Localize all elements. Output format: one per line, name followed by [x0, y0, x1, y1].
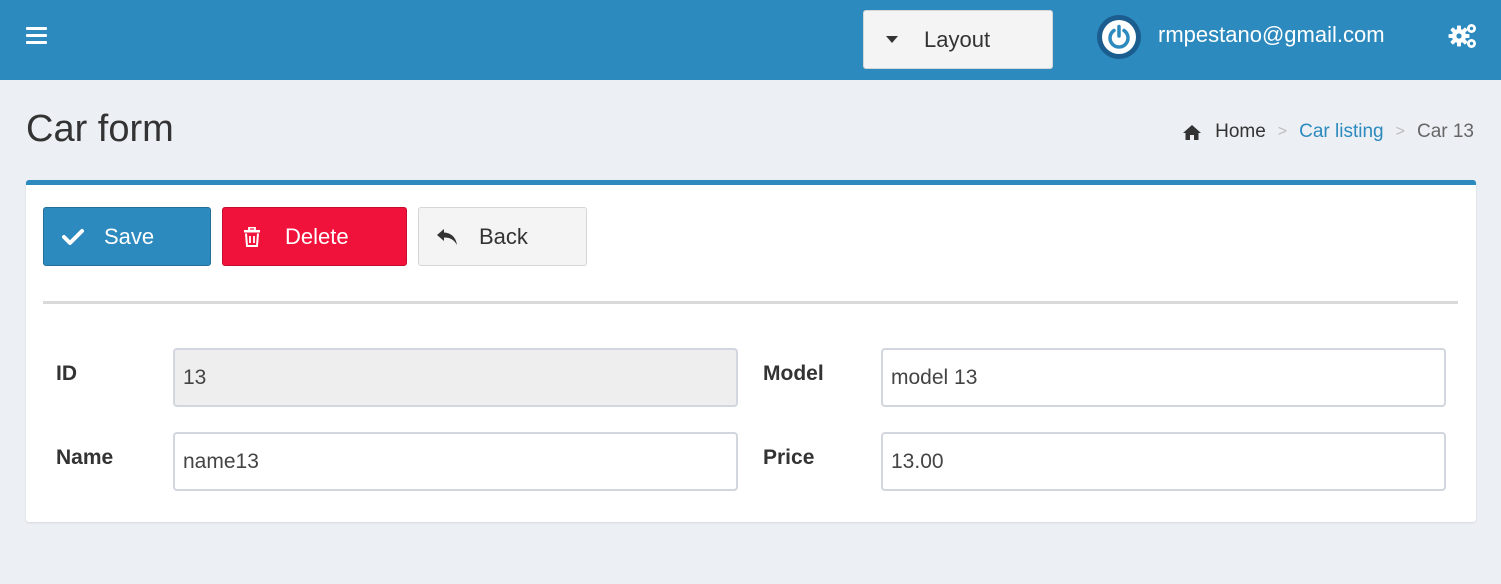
- id-field[interactable]: [173, 348, 738, 407]
- hamburger-icon[interactable]: [26, 27, 47, 45]
- breadcrumb-separator: >: [1395, 123, 1405, 140]
- back-button[interactable]: Back: [418, 207, 587, 266]
- save-button[interactable]: Save: [43, 207, 211, 266]
- breadcrumb-separator: >: [1277, 123, 1288, 140]
- price-label: Price: [763, 446, 815, 469]
- breadcrumb-car-listing[interactable]: Car listing: [1299, 121, 1383, 143]
- caret-down-icon: [886, 36, 898, 43]
- avatar[interactable]: [1097, 15, 1141, 59]
- delete-label: Delete: [285, 223, 349, 249]
- check-icon: [62, 228, 84, 245]
- user-email[interactable]: rmpestano@gmail.com: [1158, 22, 1385, 48]
- layout-label: Layout: [924, 26, 991, 52]
- breadcrumb-home-label: Home: [1215, 121, 1266, 142]
- page-title: Car form: [26, 108, 174, 150]
- layout-dropdown-button[interactable]: Layout: [863, 10, 1053, 69]
- breadcrumb-current: Car 13: [1416, 121, 1474, 142]
- delete-button[interactable]: Delete: [222, 207, 407, 266]
- name-label: Name: [56, 446, 114, 469]
- reply-icon: [437, 228, 457, 245]
- model-label: Model: [763, 362, 824, 385]
- top-navbar: Layout rmpestano@gmail.com: [0, 0, 1501, 80]
- car-form-box: Save Delete Back ID Model Name Price: [26, 180, 1476, 522]
- gears-icon[interactable]: [1448, 22, 1478, 50]
- home-icon: [1183, 124, 1202, 140]
- name-field[interactable]: [173, 432, 738, 491]
- power-icon: [1108, 24, 1130, 49]
- trash-icon: [244, 226, 260, 247]
- breadcrumb-home[interactable]: Home: [1182, 121, 1266, 143]
- breadcrumb: Home > Car listing > Car 13: [1182, 121, 1474, 143]
- divider: [43, 301, 1458, 304]
- model-field[interactable]: [881, 348, 1446, 407]
- price-field[interactable]: [881, 432, 1446, 491]
- id-label: ID: [56, 362, 77, 385]
- save-label: Save: [104, 223, 155, 249]
- back-label: Back: [479, 223, 528, 249]
